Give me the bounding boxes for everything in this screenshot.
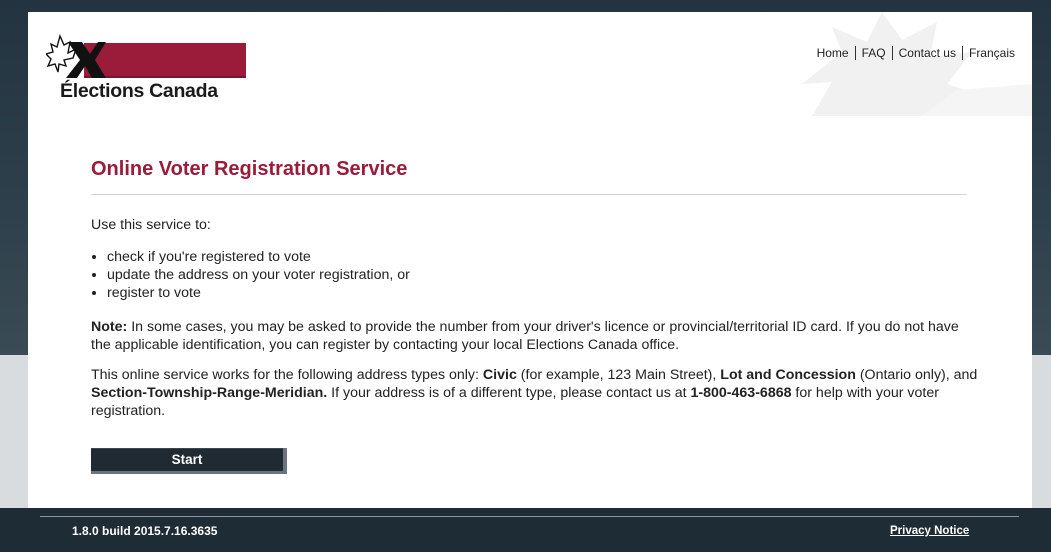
addr-lot-concession: Lot and Concession [720, 367, 856, 383]
top-nav: Home FAQ Contact us Français [811, 46, 1015, 60]
title-divider [91, 194, 967, 195]
page-title: Online Voter Registration Service [91, 158, 408, 180]
addr-section-township: Section-Township-Range-Meridian. [91, 385, 328, 401]
addr-civic: Civic [482, 367, 517, 383]
note-label: Note: [91, 319, 128, 335]
addr-text: (for example, 123 Main Street), [516, 367, 721, 383]
privacy-notice-link[interactable]: Privacy Notice [890, 525, 969, 537]
main-card: Élections Canada Home FAQ Contact us Fra… [28, 12, 1032, 508]
phone-number: 1-800-463-6868 [690, 385, 792, 401]
start-button[interactable]: Start [91, 448, 287, 474]
list-item: check if you're registered to vote [107, 248, 410, 266]
version-text: 1.8.0 build 2015.7.16.3635 [72, 524, 218, 538]
logo-red-bar [84, 43, 246, 77]
intro-text: Use this service to: [91, 217, 211, 233]
elections-canada-logo[interactable]: Élections Canada [46, 34, 252, 104]
address-types-paragraph: This online service works for the follow… [91, 366, 981, 420]
addr-text: If your address is of a different type, … [327, 385, 691, 401]
addr-text: This online service works for the follow… [91, 367, 483, 383]
nav-francais-link[interactable]: Français [961, 46, 1015, 60]
note-paragraph: Note: In some cases, you may be asked to… [91, 318, 971, 354]
maple-leaf-watermark [772, 12, 1032, 116]
logo-text: Élections Canada [60, 80, 218, 102]
nav-faq-link[interactable]: FAQ [854, 46, 892, 60]
list-item: register to vote [107, 284, 410, 302]
logo-bar-underline [84, 76, 246, 78]
nav-contact-link[interactable]: Contact us [891, 46, 962, 60]
maple-leaf-x-icon [46, 34, 106, 78]
uses-list: check if you're registered to vote updat… [91, 248, 410, 302]
addr-text: (Ontario only), and [855, 367, 978, 383]
list-item: update the address on your voter registr… [107, 266, 410, 284]
footer-divider [40, 516, 1019, 517]
nav-home-link[interactable]: Home [811, 46, 855, 60]
note-text: In some cases, you may be asked to provi… [91, 319, 959, 353]
